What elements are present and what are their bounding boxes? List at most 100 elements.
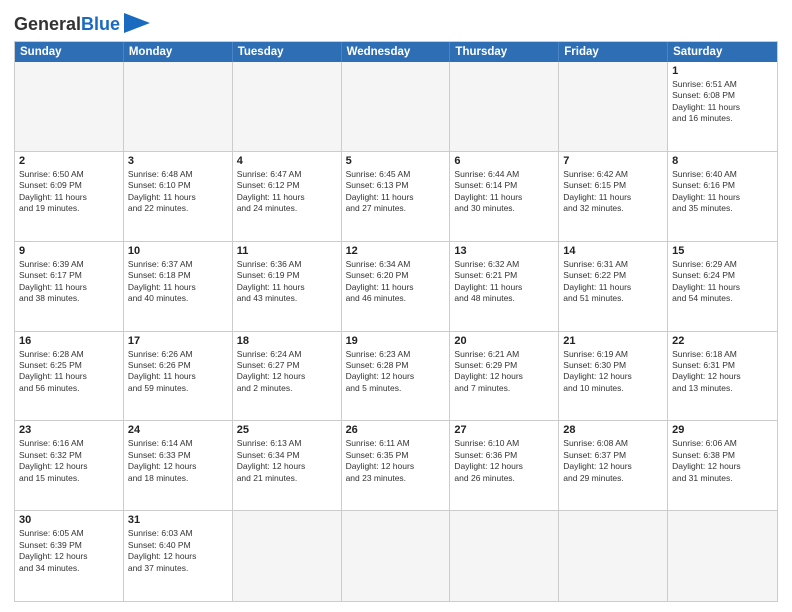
calendar-cell bbox=[559, 62, 668, 152]
day-info: Sunrise: 6:37 AM Sunset: 6:18 PM Dayligh… bbox=[128, 259, 228, 305]
day-number: 25 bbox=[237, 424, 337, 436]
day-info: Sunrise: 6:16 AM Sunset: 6:32 PM Dayligh… bbox=[19, 438, 119, 484]
day-number: 1 bbox=[672, 65, 773, 77]
day-number: 10 bbox=[128, 245, 228, 257]
day-info: Sunrise: 6:08 AM Sunset: 6:37 PM Dayligh… bbox=[563, 438, 663, 484]
day-info: Sunrise: 6:13 AM Sunset: 6:34 PM Dayligh… bbox=[237, 438, 337, 484]
day-number: 7 bbox=[563, 155, 663, 167]
weekday-header: Sunday bbox=[15, 42, 124, 62]
day-number: 26 bbox=[346, 424, 446, 436]
calendar-cell bbox=[124, 62, 233, 152]
day-number: 17 bbox=[128, 335, 228, 347]
calendar-cell bbox=[559, 511, 668, 601]
day-number: 2 bbox=[19, 155, 119, 167]
calendar-cell: 18 Sunrise: 6:24 AM Sunset: 6:27 PM Dayli… bbox=[233, 332, 342, 422]
calendar-cell bbox=[342, 511, 451, 601]
weekday-header: Tuesday bbox=[233, 42, 342, 62]
day-number: 31 bbox=[128, 514, 228, 526]
calendar-cell: 6Sunrise: 6:44 AM Sunset: 6:14 PM Daylig… bbox=[450, 152, 559, 242]
day-number: 23 bbox=[19, 424, 119, 436]
day-info: Sunrise: 6:14 AM Sunset: 6:33 PM Dayligh… bbox=[128, 438, 228, 484]
calendar-cell: 3Sunrise: 6:48 AM Sunset: 6:10 PM Daylig… bbox=[124, 152, 233, 242]
calendar-cell: 2 Sunrise: 6:50 AM Sunset: 6:09 PM Daylig… bbox=[15, 152, 124, 242]
calendar: SundayMondayTuesdayWednesdayThursdayFrid… bbox=[14, 41, 778, 602]
day-info: Sunrise: 6:51 AM Sunset: 6:08 PM Dayligh… bbox=[672, 79, 773, 125]
calendar-cell bbox=[342, 62, 451, 152]
weekday-header: Wednesday bbox=[342, 42, 451, 62]
logo: GeneralBlue bbox=[14, 14, 150, 35]
calendar-page: GeneralBlue SundayMondayTuesdayWednesday… bbox=[0, 0, 792, 612]
calendar-cell: 21Sunrise: 6:19 AM Sunset: 6:30 PM Dayli… bbox=[559, 332, 668, 422]
day-number: 5 bbox=[346, 155, 446, 167]
day-number: 11 bbox=[237, 245, 337, 257]
day-info: Sunrise: 6:05 AM Sunset: 6:39 PM Dayligh… bbox=[19, 528, 119, 574]
day-info: Sunrise: 6:44 AM Sunset: 6:14 PM Dayligh… bbox=[454, 169, 554, 215]
day-number: 28 bbox=[563, 424, 663, 436]
day-number: 14 bbox=[563, 245, 663, 257]
day-info: Sunrise: 6:23 AM Sunset: 6:28 PM Dayligh… bbox=[346, 349, 446, 395]
calendar-cell: 9 Sunrise: 6:39 AM Sunset: 6:17 PM Daylig… bbox=[15, 242, 124, 332]
weekday-header: Thursday bbox=[450, 42, 559, 62]
day-info: Sunrise: 6:31 AM Sunset: 6:22 PM Dayligh… bbox=[563, 259, 663, 305]
day-info: Sunrise: 6:40 AM Sunset: 6:16 PM Dayligh… bbox=[672, 169, 773, 215]
day-number: 20 bbox=[454, 335, 554, 347]
day-info: Sunrise: 6:50 AM Sunset: 6:09 PM Dayligh… bbox=[19, 169, 119, 215]
day-number: 22 bbox=[672, 335, 773, 347]
day-info: Sunrise: 6:32 AM Sunset: 6:21 PM Dayligh… bbox=[454, 259, 554, 305]
day-info: Sunrise: 6:24 AM Sunset: 6:27 PM Dayligh… bbox=[237, 349, 337, 395]
calendar-cell: 30 Sunrise: 6:05 AM Sunset: 6:39 PM Dayli… bbox=[15, 511, 124, 601]
weekday-header: Monday bbox=[124, 42, 233, 62]
calendar-cell: 7Sunrise: 6:42 AM Sunset: 6:15 PM Daylig… bbox=[559, 152, 668, 242]
day-number: 16 bbox=[19, 335, 119, 347]
day-info: Sunrise: 6:10 AM Sunset: 6:36 PM Dayligh… bbox=[454, 438, 554, 484]
calendar-cell: 5Sunrise: 6:45 AM Sunset: 6:13 PM Daylig… bbox=[342, 152, 451, 242]
day-number: 21 bbox=[563, 335, 663, 347]
day-number: 27 bbox=[454, 424, 554, 436]
day-number: 8 bbox=[672, 155, 773, 167]
day-info: Sunrise: 6:28 AM Sunset: 6:25 PM Dayligh… bbox=[19, 349, 119, 395]
day-number: 4 bbox=[237, 155, 337, 167]
calendar-cell bbox=[15, 62, 124, 152]
calendar-cell: 12Sunrise: 6:34 AM Sunset: 6:20 PM Dayli… bbox=[342, 242, 451, 332]
calendar-cell: 20 Sunrise: 6:21 AM Sunset: 6:29 PM Dayli… bbox=[450, 332, 559, 422]
calendar-cell: 27 Sunrise: 6:10 AM Sunset: 6:36 PM Dayli… bbox=[450, 421, 559, 511]
calendar-cell: 26 Sunrise: 6:11 AM Sunset: 6:35 PM Dayli… bbox=[342, 421, 451, 511]
calendar-cell bbox=[668, 511, 777, 601]
day-number: 12 bbox=[346, 245, 446, 257]
day-info: Sunrise: 6:47 AM Sunset: 6:12 PM Dayligh… bbox=[237, 169, 337, 215]
calendar-cell: 1 Sunrise: 6:51 AM Sunset: 6:08 PM Daylig… bbox=[668, 62, 777, 152]
calendar-cell: 11 Sunrise: 6:36 AM Sunset: 6:19 PM Dayli… bbox=[233, 242, 342, 332]
day-info: Sunrise: 6:21 AM Sunset: 6:29 PM Dayligh… bbox=[454, 349, 554, 395]
day-info: Sunrise: 6:26 AM Sunset: 6:26 PM Dayligh… bbox=[128, 349, 228, 395]
calendar-cell: 31Sunrise: 6:03 AM Sunset: 6:40 PM Dayli… bbox=[124, 511, 233, 601]
calendar-cell: 15Sunrise: 6:29 AM Sunset: 6:24 PM Dayli… bbox=[668, 242, 777, 332]
day-info: Sunrise: 6:11 AM Sunset: 6:35 PM Dayligh… bbox=[346, 438, 446, 484]
logo-text: GeneralBlue bbox=[14, 14, 120, 35]
day-number: 30 bbox=[19, 514, 119, 526]
calendar-cell: 22 Sunrise: 6:18 AM Sunset: 6:31 PM Dayli… bbox=[668, 332, 777, 422]
day-info: Sunrise: 6:06 AM Sunset: 6:38 PM Dayligh… bbox=[672, 438, 773, 484]
calendar-cell: 23 Sunrise: 6:16 AM Sunset: 6:32 PM Dayli… bbox=[15, 421, 124, 511]
day-info: Sunrise: 6:39 AM Sunset: 6:17 PM Dayligh… bbox=[19, 259, 119, 305]
calendar-cell bbox=[233, 62, 342, 152]
day-info: Sunrise: 6:18 AM Sunset: 6:31 PM Dayligh… bbox=[672, 349, 773, 395]
calendar-cell: 16 Sunrise: 6:28 AM Sunset: 6:25 PM Dayli… bbox=[15, 332, 124, 422]
logo-icon bbox=[124, 13, 150, 33]
calendar-cell: 28 Sunrise: 6:08 AM Sunset: 6:37 PM Dayli… bbox=[559, 421, 668, 511]
day-number: 18 bbox=[237, 335, 337, 347]
day-number: 15 bbox=[672, 245, 773, 257]
calendar-cell bbox=[450, 62, 559, 152]
calendar-cell bbox=[233, 511, 342, 601]
day-info: Sunrise: 6:36 AM Sunset: 6:19 PM Dayligh… bbox=[237, 259, 337, 305]
weekday-header: Saturday bbox=[668, 42, 777, 62]
day-number: 9 bbox=[19, 245, 119, 257]
day-number: 19 bbox=[346, 335, 446, 347]
calendar-cell: 10 Sunrise: 6:37 AM Sunset: 6:18 PM Dayli… bbox=[124, 242, 233, 332]
calendar-cell: 4 Sunrise: 6:47 AM Sunset: 6:12 PM Daylig… bbox=[233, 152, 342, 242]
weekday-header: Friday bbox=[559, 42, 668, 62]
calendar-cell: 17 Sunrise: 6:26 AM Sunset: 6:26 PM Dayli… bbox=[124, 332, 233, 422]
day-info: Sunrise: 6:48 AM Sunset: 6:10 PM Dayligh… bbox=[128, 169, 228, 215]
calendar-cell: 19 Sunrise: 6:23 AM Sunset: 6:28 PM Dayli… bbox=[342, 332, 451, 422]
day-number: 24 bbox=[128, 424, 228, 436]
day-number: 13 bbox=[454, 245, 554, 257]
